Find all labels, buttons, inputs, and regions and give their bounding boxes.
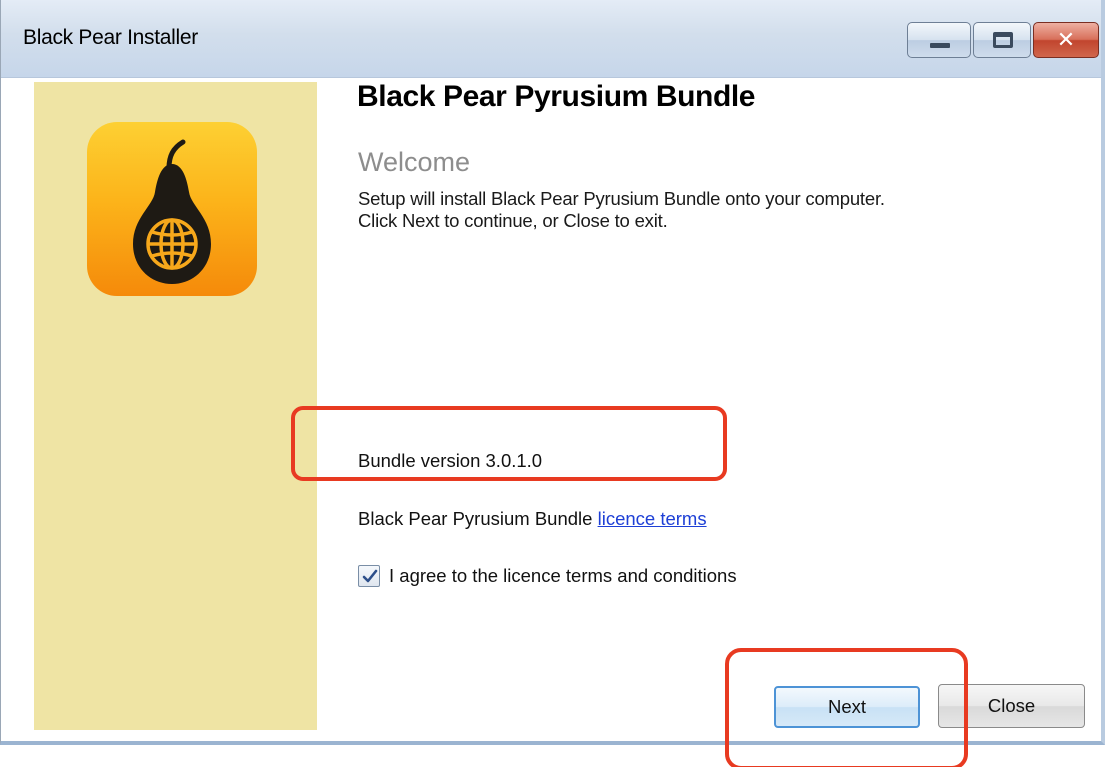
agree-label: I agree to the licence terms and conditi…	[389, 565, 737, 586]
title-bar[interactable]: Black Pear Installer ✕	[1, 0, 1101, 78]
window-title: Black Pear Installer	[23, 26, 198, 49]
checkmark-icon	[362, 569, 378, 583]
intro-text-line-2: Click Next to continue, or Close to exit…	[358, 210, 668, 231]
side-panel	[34, 82, 317, 730]
minimize-button[interactable]	[907, 22, 971, 58]
app-logo	[87, 122, 257, 296]
pear-globe-icon	[133, 139, 211, 284]
window-close-button[interactable]: ✕	[1033, 22, 1099, 58]
product-title: Black Pear Pyrusium Bundle	[357, 80, 756, 113]
welcome-heading: Welcome	[358, 147, 471, 177]
maximize-button[interactable]	[973, 22, 1031, 58]
close-icon: ✕	[1056, 27, 1076, 53]
next-button[interactable]: Next	[774, 686, 920, 728]
licence-prefix: Black Pear Pyrusium Bundle	[358, 508, 598, 529]
agree-checkbox-row[interactable]: I agree to the licence terms and conditi…	[358, 563, 737, 589]
maximize-icon	[993, 32, 1013, 48]
licence-line: Black Pear Pyrusium Bundle licence terms	[358, 508, 707, 530]
close-button[interactable]: Close	[938, 684, 1085, 728]
minimize-icon	[930, 43, 950, 48]
bundle-version-text: Bundle version 3.0.1.0	[358, 450, 543, 471]
licence-terms-link[interactable]: licence terms	[598, 508, 707, 529]
agree-checkbox[interactable]	[358, 565, 380, 587]
intro-text-line-1: Setup will install Black Pear Pyrusium B…	[358, 188, 885, 209]
installer-window: Black Pear Installer ✕ Black Pear Pyrusi…	[0, 0, 1105, 745]
